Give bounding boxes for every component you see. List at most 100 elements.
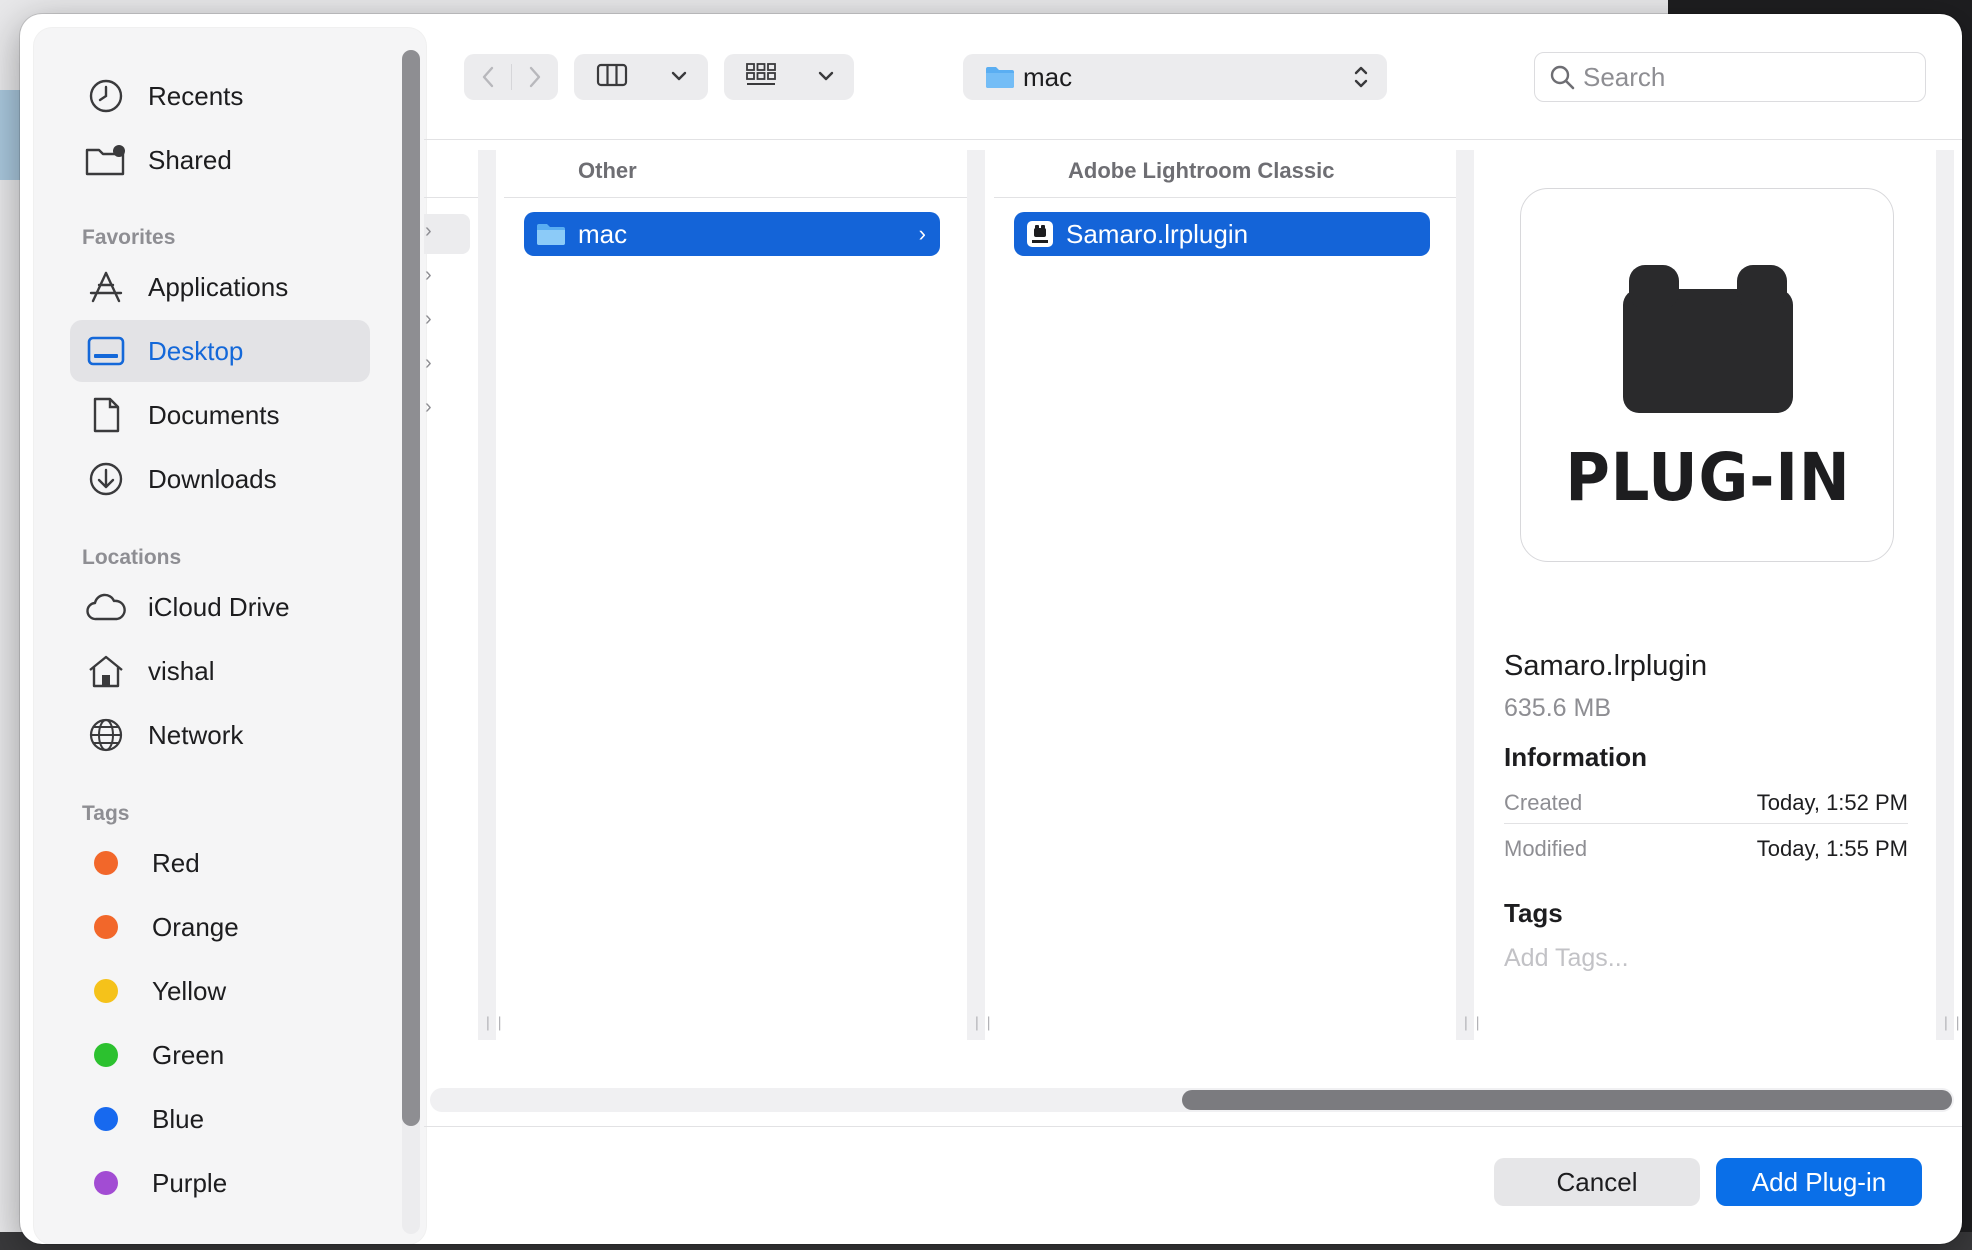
folder-icon [985, 65, 1015, 89]
shared-folder-icon [84, 138, 128, 182]
preview-info-row: Modified Today, 1:55 PM [1504, 836, 1908, 862]
sidebar-item-label: Recents [148, 80, 244, 111]
sidebar-item-recents[interactable]: Recents [70, 65, 370, 127]
sidebar-item-label: Documents [148, 399, 280, 430]
locations-header: Locations [82, 546, 182, 569]
grid-group-icon [745, 62, 777, 93]
column-header-divider [504, 197, 980, 198]
tag-color-dot [94, 851, 118, 875]
column-grip-icon: ❘❘ [971, 1014, 995, 1030]
info-value: Today, 1:52 PM [1756, 790, 1908, 815]
back-forward-control [464, 54, 558, 100]
sidebar-tag-orange[interactable]: Orange [70, 896, 370, 958]
sidebar-item-shared[interactable]: Shared [70, 129, 370, 191]
column-grip-icon: ❘❘ [1940, 1014, 1962, 1030]
column-header: Other [578, 158, 637, 183]
tag-color-dot [94, 979, 118, 1003]
sidebar-tag-green[interactable]: Green [70, 1024, 370, 1086]
globe-icon [84, 713, 128, 757]
search-field[interactable] [1534, 52, 1926, 102]
file-row-selected[interactable]: mac › [524, 212, 940, 256]
sidebar-scrollbar-thumb[interactable] [402, 50, 420, 1126]
sidebar-item-label: vishal [148, 655, 215, 686]
toolbar-divider [424, 139, 1962, 140]
column-grip-icon: ❘❘ [482, 1014, 506, 1030]
chevron-down-icon [671, 68, 687, 86]
info-divider [1504, 823, 1908, 824]
column-view-icon [596, 63, 628, 92]
tag-color-dot [94, 1171, 118, 1195]
desktop-icon [84, 329, 128, 373]
file-row-label: Samaro.lrplugin [1066, 218, 1249, 249]
chevron-right-icon: › [425, 396, 432, 418]
sidebar-item-label: Orange [152, 911, 239, 942]
sidebar-item-label: Yellow [152, 975, 227, 1006]
plugin-file-icon [1026, 220, 1054, 248]
home-icon [84, 649, 128, 693]
preview-tags-header: Tags [1504, 898, 1563, 928]
chevron-right-icon: › [425, 352, 432, 374]
sidebar-item-label: Purple [152, 1167, 228, 1198]
sidebar-item-icloud-drive[interactable]: iCloud Drive [70, 576, 370, 638]
sidebar-tag-blue[interactable]: Blue [70, 1088, 370, 1150]
sidebar-item-home[interactable]: vishal [70, 640, 370, 702]
footer-divider [424, 1126, 1962, 1127]
search-icon [1549, 64, 1575, 90]
applications-icon [84, 265, 128, 309]
column-resize-handle[interactable] [967, 150, 985, 1040]
search-input[interactable] [1583, 61, 1903, 93]
sidebar-item-label: Downloads [148, 463, 277, 494]
column-resize-handle[interactable] [1936, 150, 1954, 1040]
sidebar-item-network[interactable]: Network [70, 704, 370, 766]
sidebar: Recents Shared Favorites Applications De… [34, 28, 426, 1244]
file-row-label: mac [578, 218, 628, 249]
add-plugin-button[interactable]: Add Plug-in [1716, 1158, 1922, 1206]
add-tags-field[interactable]: Add Tags... [1504, 944, 1629, 973]
preview-information-header: Information [1504, 742, 1647, 772]
file-row-selected[interactable]: Samaro.lrplugin [1014, 212, 1430, 256]
location-popup-value: mac [1023, 61, 1073, 92]
column-resize-handle[interactable] [1456, 150, 1474, 1040]
view-mode-button[interactable] [574, 54, 708, 100]
preview-file-size: 635.6 MB [1504, 694, 1612, 722]
sidebar-tag-yellow[interactable]: Yellow [70, 960, 370, 1022]
sidebar-item-applications[interactable]: Applications [70, 256, 370, 318]
group-button[interactable] [724, 54, 854, 100]
cancel-button[interactable]: Cancel [1494, 1158, 1700, 1206]
column-grip-icon: ❘❘ [1460, 1014, 1484, 1030]
sidebar-tag-purple[interactable]: Purple [70, 1152, 370, 1214]
download-icon [84, 457, 128, 501]
tag-color-dot [94, 915, 118, 939]
preview-file-name: Samaro.lrplugin [1504, 650, 1708, 682]
location-popup[interactable]: mac [963, 54, 1387, 100]
document-icon [84, 393, 128, 437]
tag-color-dot [94, 1107, 118, 1131]
column-resize-handle[interactable] [478, 150, 496, 1040]
sidebar-item-downloads[interactable]: Downloads [70, 448, 370, 510]
column-header: Adobe Lightroom Classic [1068, 158, 1335, 183]
horizontal-scrollbar[interactable] [430, 1088, 1954, 1112]
chevron-down-icon [818, 68, 834, 86]
tag-color-dot [94, 1043, 118, 1067]
sidebar-item-label: iCloud Drive [148, 591, 290, 622]
sidebar-item-label: Desktop [148, 335, 244, 366]
clock-icon [84, 74, 128, 118]
open-file-sheet: Recents Shared Favorites Applications De… [20, 14, 1962, 1244]
horizontal-scrollbar-thumb[interactable] [1182, 1090, 1952, 1110]
sidebar-tag-red[interactable]: Red [70, 832, 370, 894]
sidebar-item-label: Green [152, 1039, 225, 1070]
back-chevron-icon[interactable] [465, 65, 511, 89]
favorites-header: Favorites [82, 226, 176, 249]
forward-chevron-icon[interactable] [512, 65, 558, 89]
chevron-right-icon: › [425, 308, 432, 330]
chevron-right-icon: › [425, 220, 432, 242]
sidebar-item-documents[interactable]: Documents [70, 384, 370, 446]
sidebar-item-desktop[interactable]: Desktop [70, 320, 370, 382]
plugin-icon-label: PLUG-IN [1565, 439, 1851, 516]
info-key: Created [1504, 790, 1583, 815]
sidebar-scrollbar[interactable] [402, 50, 420, 1234]
sidebar-item-label: Red [152, 847, 200, 878]
preview-info-row: Created Today, 1:52 PM [1504, 790, 1908, 816]
info-key: Modified [1504, 836, 1588, 861]
sidebar-item-label: Applications [148, 271, 289, 302]
